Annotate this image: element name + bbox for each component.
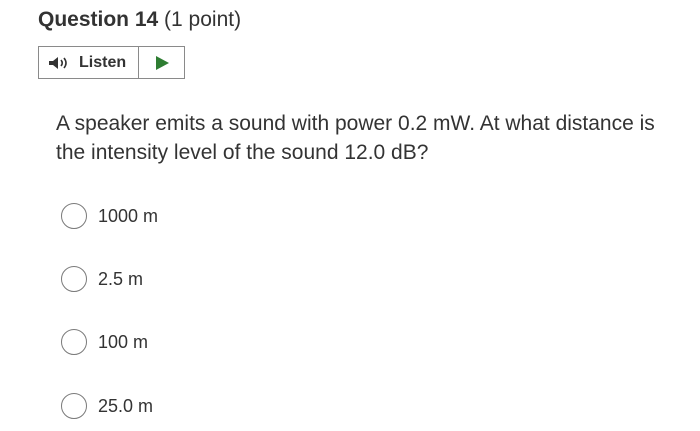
radio-button[interactable]	[61, 329, 87, 355]
play-icon	[155, 55, 169, 70]
radio-button[interactable]	[61, 266, 87, 292]
answer-option-label: 1000 m	[98, 205, 159, 226]
quiz-page: Question 14 (1 point) Listen A speaker e…	[0, 0, 700, 431]
question-points: (1 point)	[164, 8, 242, 31]
answer-option[interactable]: 100 m	[61, 329, 148, 355]
radio-button[interactable]	[61, 393, 87, 419]
play-button[interactable]	[139, 47, 184, 78]
listen-button[interactable]: Listen	[39, 47, 139, 78]
listen-widget: Listen	[38, 46, 185, 79]
question-number: Question 14	[38, 8, 159, 31]
question-header: Question 14 (1 point)	[38, 6, 241, 34]
answer-option-label: 100 m	[98, 331, 149, 352]
question-text: A speaker emits a sound with power 0.2 m…	[56, 112, 655, 164]
answer-option[interactable]: 1000 m	[61, 203, 158, 229]
answer-option[interactable]: 25.0 m	[61, 393, 153, 419]
answer-option[interactable]: 2.5 m	[61, 266, 143, 292]
answer-option-label: 25.0 m	[98, 395, 154, 416]
answer-option-label: 2.5 m	[98, 268, 144, 289]
speaker-icon	[49, 56, 67, 69]
listen-label: Listen	[79, 53, 127, 71]
radio-button[interactable]	[61, 203, 87, 229]
